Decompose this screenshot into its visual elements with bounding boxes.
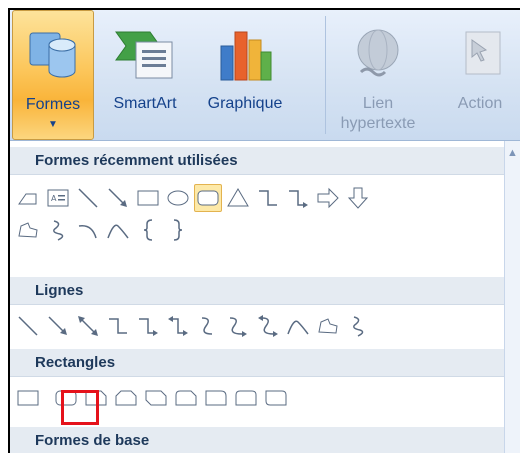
arc-shape[interactable] bbox=[74, 216, 102, 244]
svg-text:A: A bbox=[51, 194, 57, 203]
hyperlink-button[interactable]: Lien hypertexte bbox=[332, 10, 424, 140]
action-label: Action bbox=[457, 95, 503, 112]
elbow-connector-shape[interactable] bbox=[104, 312, 132, 340]
arrow-line-shape[interactable] bbox=[104, 184, 132, 212]
category-basic-shapes-header: Formes de base bbox=[10, 427, 504, 453]
shapes-button[interactable]: Formes ▼ bbox=[12, 10, 94, 140]
right-arrow-shape[interactable] bbox=[314, 184, 342, 212]
category-rectangles-header: Rectangles bbox=[10, 349, 504, 377]
smartart-icon bbox=[114, 20, 176, 82]
rectangle-shape[interactable] bbox=[134, 184, 162, 212]
down-arrow-shape[interactable] bbox=[344, 184, 372, 212]
chart-button[interactable]: Graphique bbox=[194, 10, 296, 140]
shapes-label: Formes bbox=[25, 96, 81, 113]
curved-arrow-connector-shape[interactable] bbox=[224, 312, 252, 340]
gallery-scrollbar[interactable]: ▲ bbox=[504, 141, 520, 453]
action-icon bbox=[458, 20, 502, 82]
hyperlink-icon bbox=[353, 20, 403, 82]
shapes-icon bbox=[28, 21, 78, 83]
window-frame: Formes ▼ SmartArt Graphique Lien hyperte… bbox=[8, 8, 520, 453]
line-shape[interactable] bbox=[14, 312, 42, 340]
right-brace-shape[interactable] bbox=[164, 216, 192, 244]
line-shape[interactable] bbox=[74, 184, 102, 212]
snip-diagonal-rectangle-shape[interactable] bbox=[142, 384, 170, 412]
left-brace-shape[interactable] bbox=[134, 216, 162, 244]
curved-double-arrow-connector-shape[interactable] bbox=[254, 312, 282, 340]
elbow-connector-shape[interactable] bbox=[254, 184, 282, 212]
curve-shape[interactable] bbox=[284, 312, 312, 340]
elbow-arrow-connector-shape[interactable] bbox=[134, 312, 162, 340]
round-same-side-rectangle-shape[interactable] bbox=[232, 384, 260, 412]
textbox-shape[interactable]: A bbox=[44, 184, 72, 212]
ribbon-separator bbox=[325, 16, 326, 134]
elbow-arrow-connector-shape[interactable] bbox=[284, 184, 312, 212]
chart-label: Graphique bbox=[207, 95, 283, 112]
recent-shapes-row-2 bbox=[14, 213, 194, 247]
scribble-shape[interactable] bbox=[44, 216, 72, 244]
lines-row bbox=[14, 309, 374, 343]
scribble-shape[interactable] bbox=[344, 312, 372, 340]
line-corner-shape[interactable] bbox=[14, 184, 42, 212]
insert-ribbon: Formes ▼ SmartArt Graphique Lien hyperte… bbox=[10, 10, 520, 141]
rectangle-shape[interactable] bbox=[14, 384, 42, 412]
hyperlink-label: Lien hypertexte bbox=[340, 95, 416, 132]
smartart-label: SmartArt bbox=[113, 95, 177, 112]
rounded-rectangle-shape[interactable] bbox=[194, 184, 222, 212]
round-single-corner-rectangle-shape[interactable] bbox=[202, 384, 230, 412]
freeform-shape[interactable] bbox=[314, 312, 342, 340]
elbow-double-arrow-connector-shape[interactable] bbox=[164, 312, 192, 340]
freeform-shape[interactable] bbox=[14, 216, 42, 244]
category-recent-header: Formes récemment utilisées bbox=[10, 147, 504, 175]
chart-icon bbox=[217, 20, 273, 82]
curve-shape[interactable] bbox=[104, 216, 132, 244]
category-lines-header: Lignes bbox=[10, 277, 504, 305]
snip-round-single-corner-rectangle-shape[interactable] bbox=[172, 384, 200, 412]
oval-shape[interactable] bbox=[164, 184, 192, 212]
smartart-button[interactable]: SmartArt bbox=[100, 10, 190, 140]
arrow-line-shape[interactable] bbox=[44, 312, 72, 340]
rectangles-row bbox=[14, 381, 292, 415]
chevron-down-icon[interactable]: ▼ bbox=[48, 119, 58, 130]
curved-connector-shape[interactable] bbox=[194, 312, 222, 340]
round-diagonal-rectangle-shape[interactable] bbox=[262, 384, 290, 412]
selection-annotation-box bbox=[61, 390, 99, 425]
snip-same-side-rectangle-shape[interactable] bbox=[112, 384, 140, 412]
scroll-up-arrow-icon[interactable]: ▲ bbox=[507, 147, 518, 159]
recent-shapes-row-1: A bbox=[14, 181, 374, 215]
triangle-shape[interactable] bbox=[224, 184, 252, 212]
double-arrow-line-shape[interactable] bbox=[74, 312, 102, 340]
action-button[interactable]: Action bbox=[440, 10, 520, 140]
